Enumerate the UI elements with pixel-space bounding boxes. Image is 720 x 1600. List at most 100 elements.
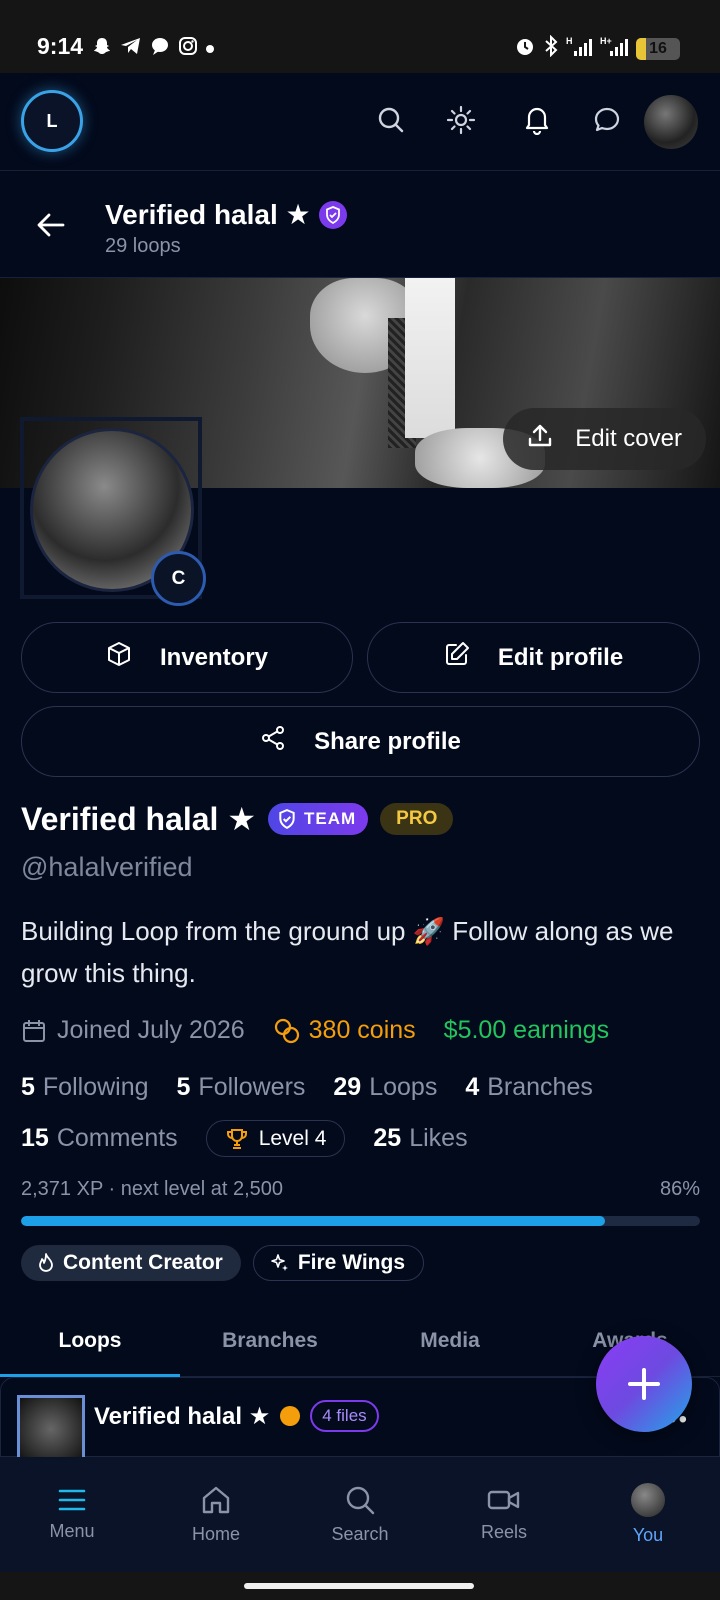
profile-bio: Building Loop from the ground up 🚀 Follo… [21, 916, 674, 988]
content-creator-chip[interactable]: Content Creator [21, 1245, 241, 1281]
followers-label: Followers [198, 1073, 306, 1101]
files-badge: 4 files [310, 1400, 379, 1432]
sun-icon[interactable] [444, 103, 478, 137]
likes-label: Likes [409, 1124, 468, 1152]
verified-shield-icon [318, 200, 347, 229]
branches-stat[interactable]: 4 Branches [465, 1073, 593, 1102]
joined-text: Joined July 2026 [57, 1016, 245, 1044]
back-arrow-icon[interactable] [35, 211, 67, 244]
post-author: Verified halal ★ 4 files [94, 1400, 379, 1432]
chat-icon[interactable] [590, 103, 624, 137]
nav-menu[interactable]: Menu [2, 1457, 142, 1572]
status-bar: 9:14 H H+ 16 [0, 0, 720, 73]
telegram-icon [120, 36, 142, 61]
share-icon [260, 725, 286, 758]
team-badge: TEAM [268, 803, 369, 835]
avatar-badge[interactable]: C [151, 551, 206, 606]
box-icon [106, 641, 132, 674]
loops-label: Loops [369, 1073, 438, 1101]
comments-label: Comments [56, 1124, 178, 1152]
app-header: L [0, 73, 720, 171]
nav-search[interactable]: Search [290, 1457, 430, 1572]
edit-profile-label: Edit profile [497, 643, 624, 671]
nav-you[interactable]: You [578, 1457, 718, 1572]
stats-row-1: 5 Following 5 Followers 29 Loops 4 Branches [21, 1073, 593, 1102]
inventory-button[interactable]: Inventory [21, 622, 353, 693]
fire-wings-chip[interactable]: Fire Wings [252, 1245, 424, 1281]
profile-name-row: Verified halal ★ TEAM PRO [21, 800, 454, 838]
profile-handle: @halalverified [21, 852, 193, 882]
alarm-icon [514, 35, 536, 62]
notification-icons [92, 36, 214, 61]
level-text: Level 4 [258, 1126, 327, 1150]
flame-icon [39, 1253, 53, 1272]
tab-branches[interactable]: Branches [180, 1305, 360, 1376]
nav-label: Home [191, 1524, 240, 1544]
pencil-square-icon [444, 641, 470, 674]
plus-icon [628, 1368, 660, 1400]
chip-label: Content Creator [63, 1251, 223, 1274]
coins-count: 380 coins [273, 1016, 416, 1045]
likes-count: 25 [373, 1124, 402, 1152]
profile-meta: Joined July 2026 380 coins $5.00 earning… [21, 1016, 609, 1045]
share-profile-button[interactable]: Share profile [21, 706, 700, 777]
loops-stat[interactable]: 29 Loops [333, 1073, 437, 1102]
nav-label: Menu [49, 1521, 95, 1541]
likes-stat[interactable]: 25 Likes [373, 1124, 467, 1153]
team-badge-label: TEAM [304, 809, 357, 828]
gesture-bar [0, 1572, 720, 1600]
loops-count: 29 [333, 1073, 362, 1101]
comments-stat[interactable]: 15 Comments [21, 1124, 178, 1153]
edit-profile-button[interactable]: Edit profile [367, 622, 700, 693]
xp-progress-fill [21, 1216, 605, 1226]
tab-media[interactable]: Media [360, 1305, 540, 1376]
nav-reels[interactable]: Reels [434, 1457, 574, 1572]
inventory-label: Inventory [159, 643, 269, 671]
dot-icon [206, 40, 214, 58]
crown-icon [280, 1406, 301, 1426]
earnings: $5.00 earnings [443, 1016, 610, 1044]
post-author-name[interactable]: Verified halal ★ [94, 1402, 270, 1431]
bell-icon[interactable] [520, 103, 554, 137]
battery-icon: 16 [636, 37, 680, 60]
edit-cover-label: Edit cover [575, 425, 682, 452]
signal-hplus-icon: H+ [600, 35, 628, 62]
pro-badge: PRO [380, 803, 454, 835]
signal-h-icon: H [566, 35, 592, 62]
home-icon [202, 1486, 230, 1514]
share-profile-label: Share profile [314, 727, 461, 755]
page-title: Verified halal ★ [105, 198, 347, 231]
svg-text:H: H [566, 36, 573, 46]
xp-progress-bar [21, 1216, 700, 1226]
profile-name: Verified halal ★ [21, 801, 256, 837]
coins-icon [274, 1018, 299, 1043]
bluetooth-icon [544, 34, 558, 62]
home-indicator[interactable] [244, 1583, 474, 1589]
tab-loops[interactable]: Loops [0, 1305, 180, 1377]
search-icon[interactable] [374, 103, 408, 137]
following-stat[interactable]: 5 Following [21, 1073, 149, 1102]
trophy-icon [226, 1128, 247, 1149]
nav-label: Search [331, 1524, 389, 1544]
xp-percent: 86% [659, 1178, 700, 1200]
following-count: 5 [21, 1073, 35, 1101]
xp-text: 2,371 XP · next level at 2,500 [21, 1178, 284, 1200]
coins-text: 380 coins [308, 1016, 416, 1044]
battery-level: 16 [649, 39, 667, 57]
post-author-avatar[interactable] [17, 1395, 85, 1463]
app-logo[interactable]: L [21, 90, 83, 152]
following-label: Following [42, 1073, 149, 1101]
upload-icon [527, 423, 553, 456]
edit-cover-button[interactable]: Edit cover [503, 408, 706, 470]
bottom-navigation: Menu Home Search Reels You [0, 1457, 720, 1572]
create-button[interactable] [596, 1336, 692, 1432]
user-avatar[interactable] [644, 95, 698, 149]
followers-stat[interactable]: 5 Followers [177, 1073, 306, 1102]
cover-photo-detail [405, 278, 455, 438]
search-icon [346, 1486, 375, 1515]
branches-label: Branches [487, 1073, 593, 1101]
page-title-text: Verified halal ★ [105, 199, 311, 230]
level-badge[interactable]: Level 4 [205, 1120, 346, 1157]
nav-home[interactable]: Home [146, 1457, 286, 1572]
menu-icon [58, 1489, 86, 1511]
